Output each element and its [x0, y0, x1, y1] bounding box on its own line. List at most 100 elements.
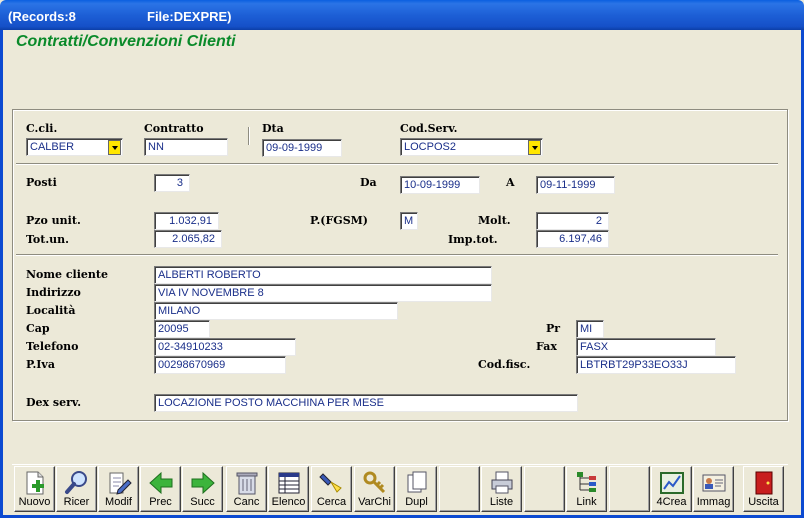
totun-field[interactable]: 2.065,82: [154, 230, 222, 248]
telefono-label: Telefono: [26, 340, 79, 353]
elenco-button[interactable]: Elenco: [268, 466, 309, 512]
arrow-left-icon: [148, 471, 172, 495]
cerca-label: Cerca: [316, 496, 347, 508]
pr-label: Pr: [546, 322, 561, 335]
codfisc-field[interactable]: LBTRBT29P33EO33J: [576, 356, 736, 374]
search-magnifier-icon: [64, 471, 87, 494]
codserv-combo[interactable]: LOCPOS2: [400, 138, 543, 156]
dexserv-field[interactable]: LOCAZIONE POSTO MACCHINA PER MESE: [154, 394, 578, 412]
uscita-label: Uscita: [748, 496, 779, 508]
immag-button[interactable]: Immag: [693, 466, 734, 512]
piva-field[interactable]: 00298670969: [154, 356, 286, 374]
immag-label: Immag: [696, 496, 731, 508]
edit-document-icon: [109, 472, 132, 495]
crea4-label: 4Crea: [656, 496, 687, 508]
a-label: A: [506, 176, 515, 189]
dupl-button[interactable]: Dupl: [396, 466, 437, 512]
totun-label: Tot.un.: [26, 233, 69, 246]
succ-button[interactable]: Succ: [182, 466, 223, 512]
imptot-label: Imp.tot.: [448, 233, 498, 246]
liste-button[interactable]: Liste: [481, 466, 522, 512]
cap-field[interactable]: 20095: [154, 320, 210, 338]
empty-button-3[interactable]: [609, 466, 650, 512]
ccli-combo[interactable]: CALBER: [26, 138, 123, 156]
ricer-button[interactable]: Ricer: [56, 466, 97, 512]
cap-label: Cap: [26, 322, 50, 335]
imptot-field[interactable]: 6.197,46: [536, 230, 609, 248]
telefono-field[interactable]: 02-34910233: [154, 338, 296, 356]
succ-label: Succ: [190, 496, 215, 508]
da-field[interactable]: 10-09-1999: [400, 176, 480, 194]
molt-label: Molt.: [478, 214, 511, 227]
fax-field[interactable]: FASX: [576, 338, 716, 356]
pzo-unit-label: Pzo unit.: [26, 214, 81, 227]
ccli-value: CALBER: [30, 141, 75, 153]
keys-icon: [363, 471, 385, 494]
empty-button-2[interactable]: [524, 466, 565, 512]
nuovo-label: Nuovo: [18, 496, 51, 508]
dta-field[interactable]: 09-09-1999: [262, 139, 342, 157]
link-tree-icon: [576, 472, 596, 492]
printer-icon: [491, 471, 512, 494]
piva-label: P.Iva: [26, 358, 55, 371]
molt-field[interactable]: 2: [536, 212, 609, 230]
form-title: Contratti/Convenzioni Clienti: [16, 33, 236, 50]
pr-field[interactable]: MI: [576, 320, 604, 338]
codserv-label: Cod.Serv.: [400, 122, 458, 135]
indirizzo-label: Indirizzo: [26, 286, 81, 299]
cerca-button[interactable]: Cerca: [311, 466, 352, 512]
varchi-button[interactable]: VarChi: [354, 466, 395, 512]
title-bar[interactable]: (Records:8 File:DEXPRE): [0, 0, 804, 30]
ccli-dropdown-icon[interactable]: [108, 140, 121, 155]
localita-label: Località: [26, 304, 76, 317]
indirizzo-field[interactable]: VIA IV NOVEMBRE 8: [154, 284, 492, 302]
trash-icon: [236, 472, 257, 495]
canc-label: Canc: [233, 496, 260, 508]
codfisc-label: Cod.fisc.: [478, 358, 531, 371]
liste-label: Liste: [489, 496, 514, 508]
ricer-label: Ricer: [63, 496, 90, 508]
records-count: (Records:8: [8, 9, 76, 24]
prec-button[interactable]: Prec: [140, 466, 181, 512]
file-name: File:DEXPRE): [147, 9, 232, 24]
new-document-icon: [26, 471, 44, 495]
contratto-field[interactable]: NN: [144, 138, 228, 156]
uscita-button[interactable]: Uscita: [743, 466, 784, 512]
id-card-icon: [702, 474, 725, 492]
pzo-unit-field[interactable]: 1.032,91: [154, 212, 219, 230]
create-chart-icon: [659, 472, 684, 494]
fax-label: Fax: [536, 340, 557, 353]
duplicate-icon: [407, 471, 426, 493]
pfgsm-label: P.(FGSM): [310, 214, 369, 227]
link-label: Link: [576, 496, 597, 508]
modif-label: Modif: [105, 496, 132, 508]
elenco-label: Elenco: [271, 496, 306, 508]
posti-label: Posti: [26, 176, 57, 189]
separator-2: [16, 254, 778, 256]
pfgsm-field[interactable]: M: [400, 212, 418, 230]
empty-button-1[interactable]: [439, 466, 480, 512]
posti-field[interactable]: 3: [154, 174, 190, 192]
flashlight-icon: [318, 473, 342, 493]
list-table-icon: [278, 472, 299, 494]
dupl-label: Dupl: [405, 496, 428, 508]
varchi-label: VarChi: [358, 496, 391, 508]
nuovo-button[interactable]: Nuovo: [14, 466, 55, 512]
nome-cliente-field[interactable]: ALBERTI ROBERTO: [154, 266, 492, 284]
prec-label: Prec: [149, 496, 172, 508]
modif-button[interactable]: Modif: [98, 466, 139, 512]
nome-cliente-label: Nome cliente: [26, 268, 108, 281]
codserv-value: LOCPOS2: [404, 141, 456, 153]
link-button[interactable]: Link: [566, 466, 607, 512]
dexserv-label: Dex serv.: [26, 396, 82, 409]
codserv-dropdown-icon[interactable]: [528, 140, 541, 155]
a-field[interactable]: 09-11-1999: [536, 176, 615, 194]
header-divider: [248, 127, 250, 145]
da-label: Da: [360, 176, 377, 189]
arrow-right-icon: [191, 471, 215, 495]
localita-field[interactable]: MILANO: [154, 302, 398, 320]
crea4-button[interactable]: 4Crea: [651, 466, 692, 512]
dta-label: Dta: [262, 122, 284, 135]
contratto-label: Contratto: [144, 122, 204, 135]
canc-button[interactable]: Canc: [226, 466, 267, 512]
